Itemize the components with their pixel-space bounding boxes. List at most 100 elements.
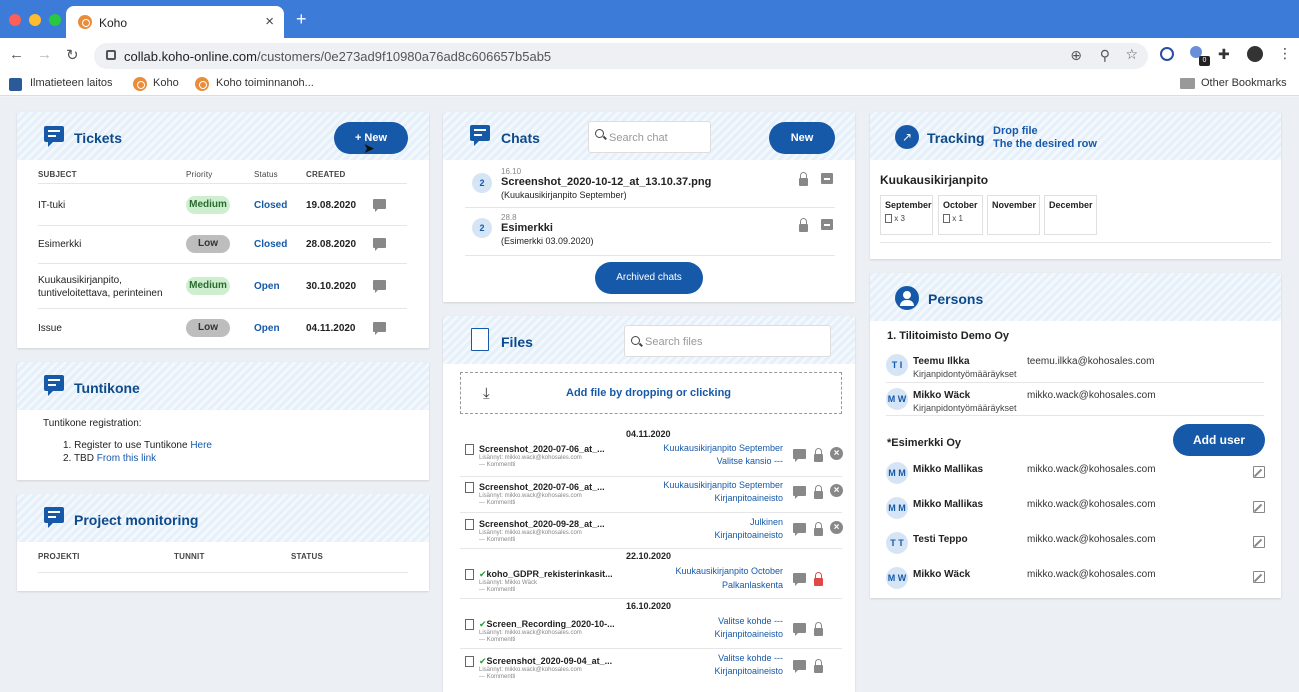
month-cell-december[interactable]: December [1044,195,1097,235]
file-comment[interactable]: --- Kommentti [479,500,515,506]
person-name: Mikko Wäck [913,569,971,580]
archived-chats-button[interactable]: Archived chats [595,262,703,294]
password-manager-icon[interactable] [1160,47,1174,61]
file-folder[interactable]: Kirjanpitoaineisto [714,666,783,676]
files-icon [471,328,489,351]
unlock-icon[interactable] [814,659,823,673]
file-folder[interactable]: Kirjanpitoaineisto [714,493,783,503]
file-search-input[interactable]: Search files [624,325,831,357]
archive-icon[interactable] [821,173,833,184]
edit-icon[interactable] [1253,466,1265,478]
file-category[interactable]: Kuukausikirjanpito September [663,480,783,490]
file-comment[interactable]: --- Kommentti [479,637,515,643]
file-category[interactable]: Valitse kohde --- [718,616,783,626]
file-icon [465,619,474,630]
add-user-button[interactable]: Add user [1173,424,1265,456]
person-email: mikko.wack@kohosales.com [1027,390,1156,401]
other-bookmarks[interactable]: Other Bookmarks [1201,77,1287,89]
lock-icon[interactable] [814,572,823,586]
file-folder[interactable]: Valitse kansio --- [717,456,783,466]
edit-icon[interactable] [1253,536,1265,548]
comment-icon[interactable] [793,573,806,586]
comment-icon[interactable] [793,660,806,673]
file-drop-zone[interactable]: ⤓ Add file by dropping or clicking [460,372,842,414]
file-date-group: 16.10.2020 [626,601,672,611]
zoom-icon[interactable]: ⚲ [1100,47,1110,64]
edit-icon[interactable] [1253,501,1265,513]
minimize-window-icon[interactable] [29,14,41,26]
priority-badge: Low [186,319,230,337]
unlock-icon[interactable] [799,218,808,232]
unlock-icon[interactable] [814,485,823,499]
maximize-window-icon[interactable] [49,14,61,26]
unlock-icon[interactable] [814,622,823,636]
file-comment[interactable]: --- Kommentti [479,674,515,680]
file-folder[interactable]: Kirjanpitoaineisto [714,629,783,639]
url-field[interactable]: collab.koho-online.com/customers/0e273ad… [94,43,1148,69]
check-icon: ✔ [479,656,487,666]
avatar: T T [886,532,908,554]
browser-tab[interactable]: Koho × [66,6,284,38]
message-icon[interactable] [373,280,386,293]
message-icon[interactable] [373,238,386,251]
avatar: M M [886,497,908,519]
comment-icon[interactable] [793,623,806,636]
tickets-title: Tickets [74,130,122,146]
ticket-created: 19.08.2020 [306,200,357,211]
file-icon [465,482,474,493]
back-icon[interactable]: ← [9,46,24,63]
comment-icon[interactable] [793,449,806,462]
koho-favicon-icon [78,15,92,29]
koho-bookmark2-icon [195,77,209,91]
archive-icon[interactable] [821,219,833,230]
file-category[interactable]: Valitse kohde --- [718,653,783,663]
extensions-puzzle-icon[interactable]: ✚ [1218,46,1230,63]
file-comment[interactable]: --- Kommentti [479,462,515,468]
menu-kebab-icon[interactable]: ⋮ [1278,45,1292,62]
file-comment[interactable]: --- Kommentti [479,537,515,543]
reload-icon[interactable]: ↻ [66,46,79,64]
forward-icon[interactable]: → [37,46,52,63]
ticket-created: 30.10.2020 [306,281,357,292]
message-icon[interactable] [373,322,386,335]
status-badge: Open [254,323,280,334]
comment-icon[interactable] [793,523,806,536]
file-comment[interactable]: --- Kommentti [479,587,515,593]
chat-date: 28.8 [501,213,517,222]
unlock-icon[interactable] [814,522,823,536]
bookmark-star-icon[interactable]: ☆ [1125,46,1138,63]
message-icon[interactable] [373,199,386,212]
close-window-icon[interactable] [9,14,21,26]
edit-icon[interactable] [1253,571,1265,583]
from-this-link[interactable]: From this link [97,453,156,464]
new-chat-button[interactable]: New [769,122,835,154]
file-folder[interactable]: Palkanlaskenta [722,580,783,590]
delete-icon[interactable]: × [830,521,843,534]
delete-icon[interactable]: × [830,447,843,460]
file-category[interactable]: Kuukausikirjanpito October [675,566,783,576]
unlock-icon[interactable] [799,172,808,186]
file-category[interactable]: Julkinen [750,517,783,527]
koho-bookmark-icon [133,77,147,91]
chats-card: Chats Search chat New 2 16.10 Screenshot… [443,112,855,302]
month-cell-november[interactable]: November [987,195,1040,235]
comment-icon[interactable] [793,486,806,499]
new-tab-icon[interactable]: + [296,9,307,30]
chat-search-input[interactable]: Search chat [588,121,711,153]
delete-icon[interactable]: × [830,484,843,497]
here-link[interactable]: Here [190,440,212,451]
file-folder[interactable]: Kirjanpitoaineisto [714,530,783,540]
month-cell-september[interactable]: September x 3 [880,195,933,235]
profile-icon[interactable] [1247,46,1263,62]
file-category[interactable]: Kuukausikirjanpito September [663,443,783,453]
search-icon [631,336,640,345]
file-meta: Lisännyt: mikko.wack@kohosales.com [479,530,582,536]
bookmark-ilmatieteen[interactable]: Ilmatieteen laitos [30,77,113,89]
ticket-created: 04.11.2020 [306,323,356,334]
unlock-icon[interactable] [814,448,823,462]
bookmark-koho-toiminnanohjaus[interactable]: Koho toiminnanoh... [216,77,314,89]
close-tab-icon[interactable]: × [265,13,274,30]
add-site-icon[interactable]: ⊕ [1070,47,1082,64]
month-cell-october[interactable]: October x 1 [938,195,983,235]
bookmark-koho[interactable]: Koho [153,77,179,89]
